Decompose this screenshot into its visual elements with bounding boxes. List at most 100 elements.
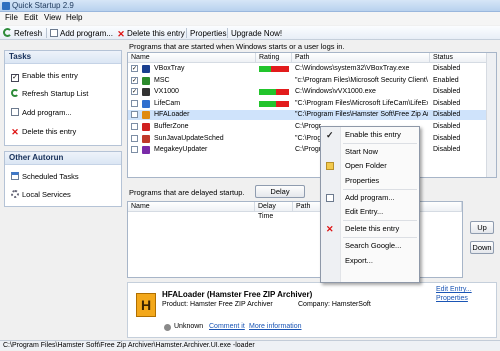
product-value: Hamster Free ZIP Archiver [190, 301, 273, 308]
row-name: SunJavaUpdateSched [154, 134, 224, 142]
row-status: Disabled [433, 88, 461, 96]
col-header-rating[interactable]: Rating [256, 53, 292, 63]
col-header-name[interactable]: Name [128, 53, 256, 63]
rating-bar-good [259, 100, 276, 107]
down-button[interactable]: Down [470, 241, 494, 254]
delayed-col-delay-time[interactable]: Delay Time [255, 202, 293, 220]
task-enable-entry[interactable]: ✓ Enable this entry [11, 71, 78, 82]
row-checkbox[interactable] [131, 146, 138, 154]
local-services-link[interactable]: Local Services [11, 190, 71, 199]
details-company-row: Company: HamsterSoft [298, 301, 371, 308]
table-row[interactable]: ✓ VBoxTray C:\Windows\system32\VBoxTray.ex… [128, 64, 488, 74]
menu-item-properties[interactable]: Properties [321, 174, 419, 188]
row-status: Disabled [433, 99, 461, 107]
task-refresh-list[interactable]: Refresh Startup List [11, 89, 88, 98]
other-autorun-title: Other Autorun [5, 152, 121, 165]
add-program-label: Add program... [60, 29, 113, 38]
menu-bar: File Edit View Help [0, 12, 500, 25]
menu-item-delete-this-entry[interactable]: ✕ Delete this entry [321, 222, 419, 236]
up-button[interactable]: Up [470, 221, 494, 234]
menu-view[interactable]: View [44, 13, 61, 22]
task-refresh-label: Refresh Startup List [22, 89, 89, 98]
menu-item-edit-entry[interactable]: Edit Entry... [321, 205, 419, 219]
refresh-label: Refresh [14, 29, 43, 38]
local-services-label: Local Services [22, 190, 71, 199]
startup-table: Name Rating Path Status ✓ VBoxTray C:\Wind… [127, 52, 497, 178]
more-info-link[interactable]: More information [249, 323, 302, 330]
table-row[interactable]: ✓ MSC "c:\Program Files\Microsoft Security… [128, 76, 488, 86]
menu-item-add-program[interactable]: Add program... [321, 191, 419, 205]
task-delete-entry[interactable]: ✕ Delete this entry [11, 127, 76, 137]
row-checkbox[interactable] [131, 111, 138, 119]
table-row[interactable]: SunJavaUpdateSched "C:\Progr Disabled [128, 134, 488, 144]
row-status: Disabled [433, 65, 461, 72]
program-icon [142, 88, 150, 97]
row-checkbox[interactable]: ✓ [131, 65, 138, 72]
row-path: "C:\Program Files\Microsoft LifeCam\Life… [295, 99, 428, 107]
menu-separator [343, 237, 417, 239]
app-icon [2, 2, 10, 10]
comment-link[interactable]: Comment it [209, 323, 245, 330]
table-row[interactable]: ✓ VX1000 C:\Windows\vVX1000.exe Disabled [128, 87, 488, 97]
upgrade-button[interactable]: Upgrade Now! [231, 28, 282, 39]
status-bar: C:\Program Files\Hamster Soft\Free Zip A… [0, 340, 500, 350]
row-name: LifeCam [154, 99, 181, 107]
menu-item-start-now[interactable]: Start Now [321, 145, 419, 159]
toolbar-separator [186, 28, 187, 38]
vertical-scrollbar[interactable] [486, 53, 496, 177]
properties-button[interactable]: Properties [190, 28, 226, 39]
document-icon [326, 193, 334, 202]
menu-item-export[interactable]: Export... [321, 254, 419, 268]
scheduled-tasks-label: Scheduled Tasks [22, 172, 79, 181]
col-header-status[interactable]: Status [430, 53, 488, 63]
upgrade-label: Upgrade Now! [231, 29, 283, 38]
program-icon [142, 99, 150, 108]
row-checkbox[interactable]: ✓ [131, 76, 138, 84]
hamster-logo-icon: H [136, 293, 156, 317]
context-menu: ✓ Enable this entry Start Now Open Folder Pr… [320, 126, 420, 283]
delayed-col-name[interactable]: Name [128, 202, 255, 212]
check-icon: ✓ [326, 130, 334, 140]
menu-item-search-google[interactable]: Search Google... [321, 239, 419, 253]
table-row[interactable]: MegakeyUpdater C:\Progr Disabled [128, 145, 488, 155]
table-row[interactable]: BufferZone C:\Progr Disabled [128, 122, 488, 132]
table-row[interactable]: LifeCam "C:\Program Files\Microsoft LifeC… [128, 99, 488, 109]
row-status: Disabled [433, 123, 461, 130]
properties-link[interactable]: Properties [436, 295, 468, 302]
menu-item-enable-this-entry[interactable]: ✓ Enable this entry [321, 128, 419, 142]
table-row[interactable]: HFALoader "C:\Program Files\Hamster Soft\… [128, 110, 488, 121]
delay-button[interactable]: Delay [255, 185, 305, 198]
row-checkbox[interactable] [131, 123, 138, 130]
edit-entry-link[interactable]: Edit Entry... [436, 286, 472, 293]
menu-item-label: Start Now [345, 147, 378, 157]
menu-help[interactable]: Help [66, 13, 82, 22]
refresh-button[interactable]: Refresh [3, 28, 42, 39]
menu-item-open-folder[interactable]: Open Folder [321, 159, 419, 173]
properties-label: Properties [190, 29, 227, 38]
details-title: HFALoader (Hamster Free ZIP Archiver) [162, 290, 313, 299]
task-add-program[interactable]: Add program... [11, 108, 72, 117]
row-checkbox[interactable] [131, 134, 138, 142]
menu-file[interactable]: File [5, 13, 18, 22]
row-path: "c:\Program Files\Microsoft Security Cli… [295, 76, 428, 84]
row-checkbox[interactable]: ✓ [131, 88, 138, 96]
scheduled-tasks-link[interactable]: Scheduled Tasks [11, 172, 79, 181]
task-add-label: Add program... [22, 108, 72, 117]
col-header-path[interactable]: Path [292, 53, 430, 63]
program-icon [142, 134, 150, 143]
row-path: C:\Windows\vVX1000.exe [295, 88, 376, 96]
add-program-button[interactable]: Add program... [50, 28, 113, 39]
menu-edit[interactable]: Edit [24, 13, 38, 22]
row-checkbox[interactable] [131, 99, 138, 107]
row-name: MegakeyUpdater [154, 146, 208, 154]
row-name: MSC [154, 76, 170, 84]
delete-entry-button[interactable]: ✕ Delete this entry [117, 28, 185, 39]
row-status: Disabled [433, 134, 461, 142]
checkbox-icon: ✓ [11, 74, 19, 82]
program-icon [142, 76, 150, 85]
menu-item-label: Properties [345, 175, 380, 185]
toolbar-separator [227, 28, 228, 38]
refresh-icon [3, 28, 12, 37]
rating-bar-good [259, 66, 271, 72]
program-icon [142, 111, 150, 120]
